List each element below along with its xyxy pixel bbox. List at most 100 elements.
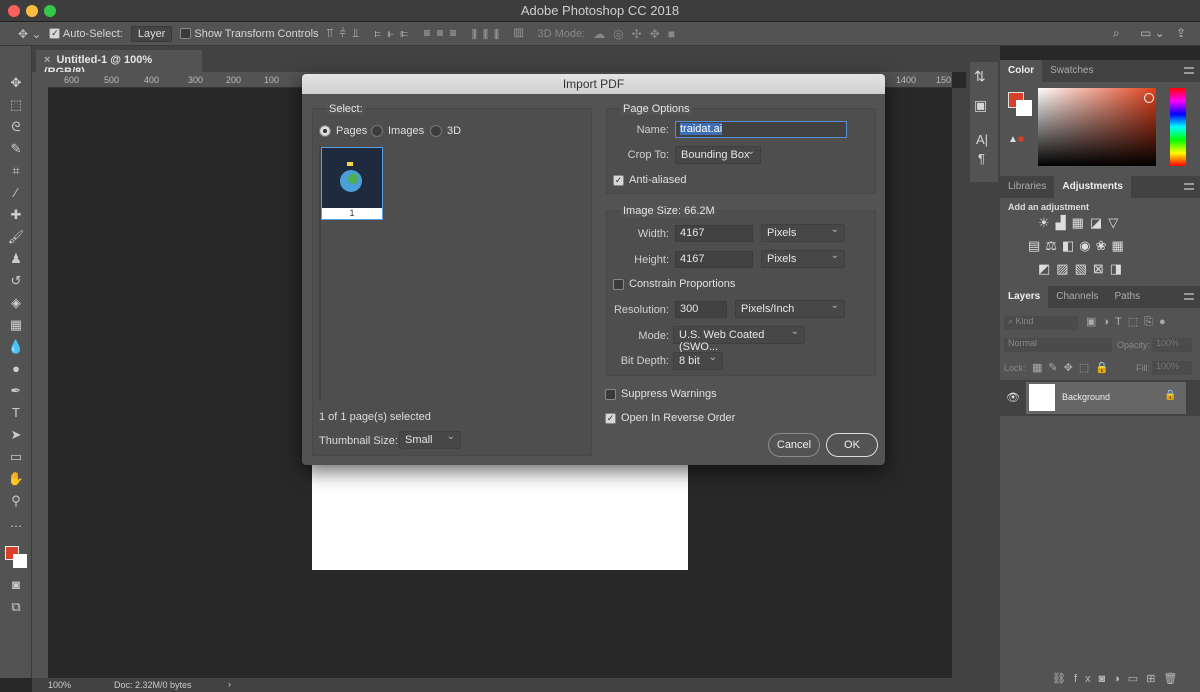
width-input[interactable]: 4167: [675, 225, 753, 242]
paragraph-icon[interactable]: ¶: [970, 149, 998, 168]
screen-mode-icon[interactable]: ⧉: [7, 598, 25, 616]
checkbox-label: Anti-aliased: [629, 174, 687, 186]
zoom-level[interactable]: 100%: [48, 680, 71, 690]
history-icon[interactable]: ⇅: [970, 62, 998, 91]
adjustment-icons-row-2[interactable]: ▤⚖◧◉❀▦: [1028, 238, 1129, 254]
lock-icons[interactable]: ▦✎✥⬚🔒: [1032, 361, 1115, 374]
minimize-window-button[interactable]: [26, 5, 38, 17]
thumbnail-list[interactable]: 1: [319, 145, 383, 401]
eraser-tool-icon[interactable]: ◈: [7, 294, 25, 312]
resolution-input[interactable]: 300: [675, 301, 727, 318]
selected-count: 1 of 1 page(s) selected: [319, 411, 431, 423]
path-select-tool-icon[interactable]: ➤: [7, 426, 25, 444]
dodge-tool-icon[interactable]: ●: [7, 360, 25, 378]
stamp-tool-icon[interactable]: ♟: [7, 250, 25, 268]
document-tab[interactable]: ×Untitled-1 @ 100% (RGB/8): [36, 50, 202, 78]
layer-filter-icons[interactable]: ▣◑T⬚⎘●: [1086, 315, 1172, 329]
gamut-warning-icon[interactable]: ▲■: [1008, 134, 1024, 145]
marquee-tool-icon[interactable]: ⬚: [7, 96, 25, 114]
crop-to-dropdown[interactable]: Bounding Box: [675, 146, 761, 164]
healing-tool-icon[interactable]: ✚: [7, 206, 25, 224]
character-icon[interactable]: A|: [970, 130, 998, 149]
mode-dropdown[interactable]: U.S. Web Coated (SWO...: [673, 326, 805, 353]
auto-select-dropdown[interactable]: Layer: [130, 25, 173, 42]
opacity-input[interactable]: 100%: [1152, 338, 1192, 352]
background-color-swatch[interactable]: [13, 554, 27, 568]
color-picker-marker[interactable]: [1144, 93, 1154, 103]
bit-depth-dropdown[interactable]: 8 bit: [673, 352, 723, 370]
move-tool-icon[interactable]: ✥ ⌄: [18, 27, 41, 41]
auto-select-checkbox[interactable]: ✓ Auto-Select:: [49, 28, 123, 40]
name-input[interactable]: traidat.ai: [675, 121, 847, 138]
blend-mode-dropdown[interactable]: Normal: [1004, 338, 1112, 352]
panel-menu-icon[interactable]: [1184, 293, 1194, 300]
opacity-label: Opacity:: [1117, 340, 1151, 350]
tools-panel: ✥ ⬚ ᘓ ✎ ⌗ ⁄ ✚ 🖌 ♟ ↺ ◈ ▦ 💧 ● ✒ T ➤ ▭ ✋ ⚲ …: [0, 46, 32, 678]
height-input[interactable]: 4167: [675, 251, 753, 268]
pen-tool-icon[interactable]: ✒: [7, 382, 25, 400]
tab-layers[interactable]: Layers: [1000, 286, 1049, 308]
width-unit-dropdown[interactable]: Pixels: [761, 224, 845, 242]
cancel-button[interactable]: Cancel: [768, 433, 820, 457]
fill-input[interactable]: 100%: [1152, 361, 1192, 375]
layer-bottom-icons[interactable]: ⛓fx◙◑▭⊞🗑: [1052, 672, 1185, 685]
brush-tool-icon[interactable]: 🖌: [7, 228, 25, 246]
crop-tool-icon[interactable]: ⌗: [7, 162, 25, 180]
page-thumbnail[interactable]: 1: [321, 147, 383, 220]
adjustments-panel-tabs: Libraries Adjustments: [1000, 176, 1200, 198]
background-color-swatch[interactable]: [1016, 100, 1032, 116]
more-tools-icon[interactable]: …: [7, 514, 25, 532]
tab-channels[interactable]: Channels: [1048, 286, 1106, 308]
align-icons[interactable]: ⫪⫩⫫ ⊨⊩⊫ ≡≡≡ ⫴⫴⫴ ▥: [327, 26, 530, 41]
tab-color[interactable]: Color: [1000, 60, 1043, 82]
suppress-warnings-checkbox[interactable]: Suppress Warnings: [605, 388, 717, 400]
tab-libraries[interactable]: Libraries: [1000, 176, 1054, 198]
images-radio[interactable]: Images: [371, 125, 424, 137]
rectangle-tool-icon[interactable]: ▭: [7, 448, 25, 466]
quick-select-tool-icon[interactable]: ✎: [7, 140, 25, 158]
height-unit-dropdown[interactable]: Pixels: [761, 250, 845, 268]
reverse-order-checkbox[interactable]: ✓ Open In Reverse Order: [605, 412, 735, 424]
eyedropper-tool-icon[interactable]: ⁄: [7, 184, 25, 202]
status-menu-arrow-icon[interactable]: ›: [228, 679, 231, 689]
3d-mode-icons[interactable]: ☁◎✣✥■: [593, 27, 683, 41]
3d-radio[interactable]: 3D: [430, 125, 461, 137]
thumbnail-size-dropdown[interactable]: Small: [399, 431, 461, 449]
ok-button[interactable]: OK: [826, 433, 878, 457]
visibility-eye-icon[interactable]: 👁: [1006, 391, 1020, 404]
character-panel-group: A| ¶: [970, 130, 998, 182]
layer-row[interactable]: Background 🔒: [1026, 382, 1186, 414]
close-tab-icon[interactable]: ×: [44, 54, 50, 66]
pages-radio[interactable]: Pages: [319, 125, 367, 137]
share-icon[interactable]: ⇪: [1176, 26, 1186, 40]
tab-swatches[interactable]: Swatches: [1042, 60, 1101, 82]
maximize-window-button[interactable]: [44, 5, 56, 17]
move-tool-icon[interactable]: ✥: [7, 74, 25, 92]
search-icon[interactable]: ⌕: [1113, 26, 1120, 41]
zoom-tool-icon[interactable]: ⚲: [7, 492, 25, 510]
close-window-button[interactable]: [8, 5, 20, 17]
lasso-tool-icon[interactable]: ᘓ: [7, 118, 25, 136]
workspace-icon[interactable]: ▭ ⌄: [1140, 26, 1165, 40]
adjustment-icons-row-3[interactable]: ◩▨▧⊠◨: [1038, 261, 1128, 277]
hue-slider[interactable]: [1170, 88, 1186, 166]
hand-tool-icon[interactable]: ✋: [7, 470, 25, 488]
tab-adjustments[interactable]: Adjustments: [1054, 176, 1131, 198]
layer-filter-kind[interactable]: ⌕ Kind: [1004, 316, 1078, 330]
show-transform-checkbox[interactable]: Show Transform Controls: [180, 28, 319, 40]
panel-menu-icon[interactable]: [1184, 67, 1194, 74]
gradient-tool-icon[interactable]: ▦: [7, 316, 25, 334]
color-field[interactable]: [1038, 88, 1156, 166]
tab-paths[interactable]: Paths: [1107, 286, 1149, 308]
quick-mask-icon[interactable]: ◙: [7, 576, 25, 594]
blur-tool-icon[interactable]: 💧: [7, 338, 25, 356]
adjustment-icons-row-1[interactable]: ☀▟▦◪▽: [1038, 215, 1124, 231]
type-tool-icon[interactable]: T: [7, 404, 25, 422]
vertical-scrollbar[interactable]: [952, 88, 966, 678]
constrain-proportions-checkbox[interactable]: Constrain Proportions: [613, 278, 735, 290]
resolution-unit-dropdown[interactable]: Pixels/Inch: [735, 300, 845, 318]
panel-menu-icon[interactable]: [1184, 183, 1194, 190]
history-brush-icon[interactable]: ↺: [7, 272, 25, 290]
properties-icon[interactable]: ▣: [970, 91, 998, 120]
anti-aliased-checkbox[interactable]: ✓ Anti-aliased: [613, 174, 686, 186]
